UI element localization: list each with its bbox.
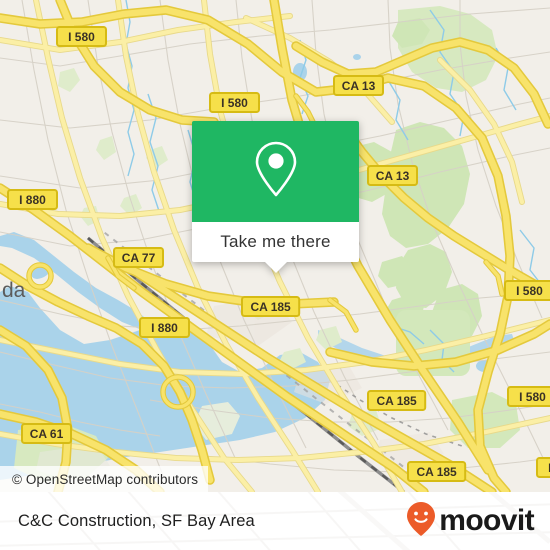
bottom-info-bar: C&C Construction, SF Bay Area moovit (0, 492, 550, 550)
road-shield: CA 13 (333, 75, 384, 96)
road-shield: I 580 (56, 26, 107, 47)
road-shield-label: I 880 (151, 321, 178, 335)
road-shield: I 580 (507, 386, 550, 407)
road-shield: CA 185 (407, 461, 467, 482)
take-me-there-callout[interactable]: Take me there (192, 121, 359, 273)
road-shield-label: CA 77 (122, 251, 156, 265)
road-shield: I 880 (7, 189, 58, 210)
road-shield: I 580 (504, 280, 550, 301)
road-shield-label: CA 13 (376, 169, 410, 183)
road-shield-label: I 880 (19, 193, 46, 207)
place-title: C&C Construction, SF Bay Area (18, 511, 255, 530)
road-shield-label: CA 185 (416, 465, 457, 479)
road-shield-label: I 580 (221, 96, 248, 110)
road-shield-label: I 580 (519, 390, 546, 404)
road-shield: I 580 (536, 457, 550, 478)
location-pin-icon (252, 140, 300, 203)
callout-tail-pointer (264, 262, 287, 273)
road-shield: CA 185 (367, 390, 427, 411)
place-label-alameda: da (2, 279, 26, 302)
road-shield-label: CA 13 (342, 79, 376, 93)
moovit-logo[interactable]: moovit (406, 501, 535, 542)
callout-pin-area (192, 121, 359, 222)
road-shield-label: I 580 (516, 284, 543, 298)
road-shield: I 580 (209, 92, 260, 113)
moovit-map-screenshot: da I 580 I 580 CA 13 CA 13 I 880 CA 77 I 580 CA… (0, 0, 550, 550)
road-shield: CA 13 (367, 165, 418, 186)
road-shield-label: CA 185 (250, 300, 291, 314)
road-shield-label: CA 61 (30, 427, 64, 441)
osm-attribution[interactable]: © OpenStreetMap contributors (0, 466, 209, 492)
road-shield: I 880 (139, 317, 190, 338)
road-shield: CA 185 (241, 296, 301, 317)
road-shield: CA 61 (21, 423, 72, 444)
osm-attribution-text: © OpenStreetMap contributors (12, 471, 199, 487)
road-shield-label: I 580 (68, 30, 95, 44)
callout-button[interactable]: Take me there (192, 222, 359, 262)
road-shield: CA 77 (113, 247, 164, 268)
road-shield-label: CA 185 (376, 394, 417, 408)
callout-button-label: Take me there (220, 232, 331, 251)
moovit-smiley-pin-icon (406, 501, 436, 542)
moovit-wordmark: moovit (439, 504, 534, 537)
